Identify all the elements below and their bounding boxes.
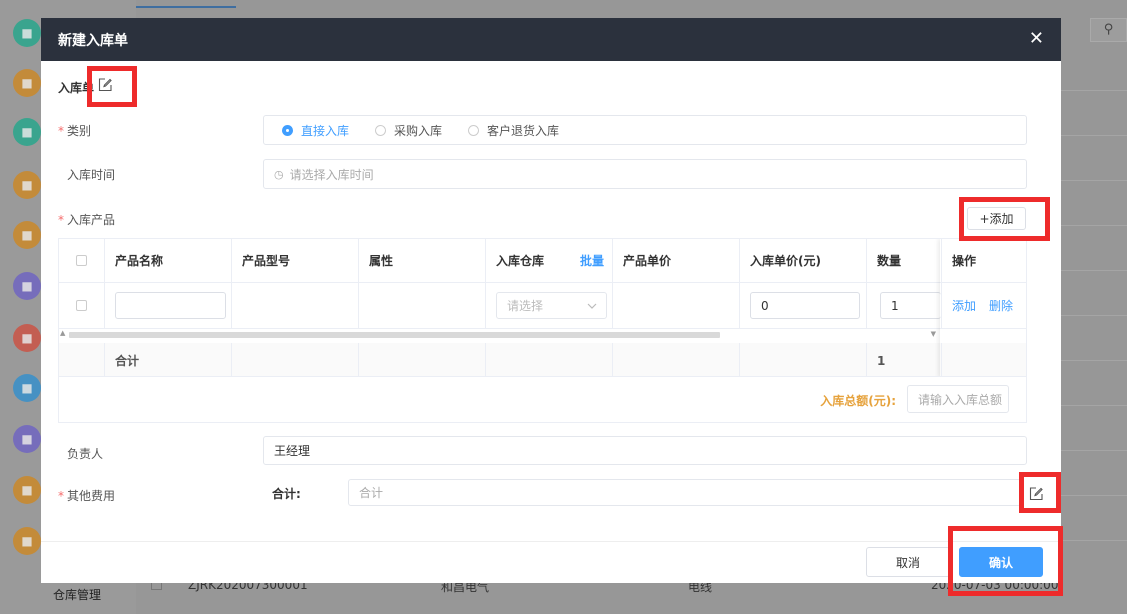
cancel-button[interactable]: 取消 bbox=[866, 547, 950, 577]
sum-label: 合计 bbox=[105, 343, 232, 376]
radio-customer-return-inbound[interactable]: 客户退货入库 bbox=[468, 122, 559, 139]
sum-quantity: 1 bbox=[867, 343, 942, 376]
edit-icon[interactable] bbox=[98, 78, 112, 92]
manager-label: 负责人 bbox=[67, 447, 104, 461]
sidebar-module-icon[interactable]: ■ bbox=[13, 272, 41, 300]
product-name-input[interactable] bbox=[115, 292, 226, 319]
category-label: * 类别 bbox=[58, 124, 92, 138]
total-amount-area: 入库总额(元): 请输入入库总额 bbox=[58, 377, 1027, 423]
header-warehouse: 入库仓库 批量 bbox=[486, 239, 613, 282]
sidebar-module-icon[interactable]: ■ bbox=[13, 19, 41, 47]
header-product-model: 产品型号 bbox=[232, 239, 359, 282]
other-fees-total-label: 合计: bbox=[272, 487, 301, 501]
sidebar-module-icon[interactable]: ■ bbox=[13, 476, 41, 504]
horizontal-scrollbar[interactable]: ▲ ▼ bbox=[59, 329, 1026, 343]
quantity-input[interactable]: 1 bbox=[880, 292, 941, 319]
table-footer: 合计 1 bbox=[59, 343, 1026, 376]
header-attributes: 属性 bbox=[359, 239, 486, 282]
add-product-button[interactable]: +添加 bbox=[967, 207, 1026, 230]
dialog-title: 新建入库单 bbox=[58, 32, 128, 49]
manager-input[interactable]: 王经理 bbox=[263, 436, 1027, 465]
table-row: 请选择 0 1 添加 删除 bbox=[59, 283, 1026, 329]
sidebar-module-icon[interactable]: ■ bbox=[13, 425, 41, 453]
header-product-unit-price: 产品单价 bbox=[613, 239, 740, 282]
inbound-time-label: 入库时间 bbox=[67, 168, 116, 182]
dialog-footer-divider bbox=[41, 541, 1061, 542]
background-search-icon[interactable]: ⚲ bbox=[1090, 18, 1127, 42]
background-active-tab-indicator bbox=[136, 6, 236, 8]
clock-icon: ◷ bbox=[274, 167, 284, 181]
total-amount-label: 入库总额(元): bbox=[820, 394, 896, 408]
category-radio-group: 直接入库 采购入库 客户退货入库 bbox=[263, 115, 1027, 145]
attributes-cell bbox=[359, 283, 486, 328]
sidebar-module-icon[interactable]: ■ bbox=[13, 324, 41, 352]
header-product-name: 产品名称 bbox=[105, 239, 232, 282]
radio-purchase-inbound[interactable]: 采购入库 bbox=[375, 122, 442, 139]
product-model-cell bbox=[232, 283, 359, 328]
sidebar-module-icon[interactable]: ■ bbox=[13, 221, 41, 249]
header-inbound-unit-price: 入库单价(元) bbox=[740, 239, 867, 282]
product-unit-price-cell bbox=[613, 283, 740, 328]
radio-direct-inbound[interactable]: 直接入库 bbox=[282, 122, 349, 139]
new-inbound-order-dialog: 新建入库单 ✕ 入库单 * 类别 直接入库 采购入库 客户退货入库 入库时间 ◷ … bbox=[41, 18, 1061, 583]
dialog-header: 新建入库单 ✕ bbox=[41, 18, 1061, 61]
sidebar-item-warehouse-label[interactable]: 仓库管理 bbox=[53, 586, 101, 603]
confirm-button[interactable]: 确认 bbox=[959, 547, 1043, 577]
order-no-label: 入库单 bbox=[58, 81, 95, 95]
select-all-checkbox[interactable] bbox=[76, 255, 87, 266]
total-amount-input[interactable]: 请输入入库总额 bbox=[907, 385, 1009, 413]
sidebar-module-icon[interactable]: ■ bbox=[13, 171, 41, 199]
edit-icon[interactable] bbox=[1029, 487, 1043, 501]
products-table: 产品名称 产品型号 属性 入库仓库 批量 产品单价 入库单价(元) 数量 操作 … bbox=[58, 238, 1027, 377]
sidebar-module-icon[interactable]: ■ bbox=[13, 527, 41, 555]
fixed-column-shadow bbox=[940, 239, 1026, 376]
inbound-time-picker[interactable]: ◷ 请选择入库时间 bbox=[263, 159, 1027, 189]
chevron-down-icon bbox=[587, 303, 597, 309]
sidebar-module-icon[interactable]: ■ bbox=[13, 118, 41, 146]
sidebar-module-icon[interactable]: ■ bbox=[13, 69, 41, 97]
sidebar-module-icon[interactable]: ■ bbox=[13, 374, 41, 402]
scroll-left-icon[interactable]: ▲ bbox=[60, 329, 65, 337]
row-checkbox[interactable] bbox=[76, 300, 87, 311]
other-fees-label: * 其他费用 bbox=[58, 489, 116, 503]
inbound-unit-price-input[interactable]: 0 bbox=[750, 292, 860, 319]
scroll-right-icon[interactable]: ▼ bbox=[931, 330, 936, 338]
close-icon[interactable]: ✕ bbox=[1029, 29, 1044, 49]
scrollbar-thumb[interactable] bbox=[69, 332, 720, 338]
header-quantity: 数量 bbox=[867, 239, 942, 282]
table-header: 产品名称 产品型号 属性 入库仓库 批量 产品单价 入库单价(元) 数量 操作 bbox=[59, 239, 1026, 283]
other-fees-total-input[interactable]: 合计 bbox=[348, 479, 1021, 506]
warehouse-select[interactable]: 请选择 bbox=[496, 292, 607, 319]
batch-link[interactable]: 批量 bbox=[580, 252, 604, 269]
inbound-products-label: * 入库产品 bbox=[58, 213, 116, 227]
